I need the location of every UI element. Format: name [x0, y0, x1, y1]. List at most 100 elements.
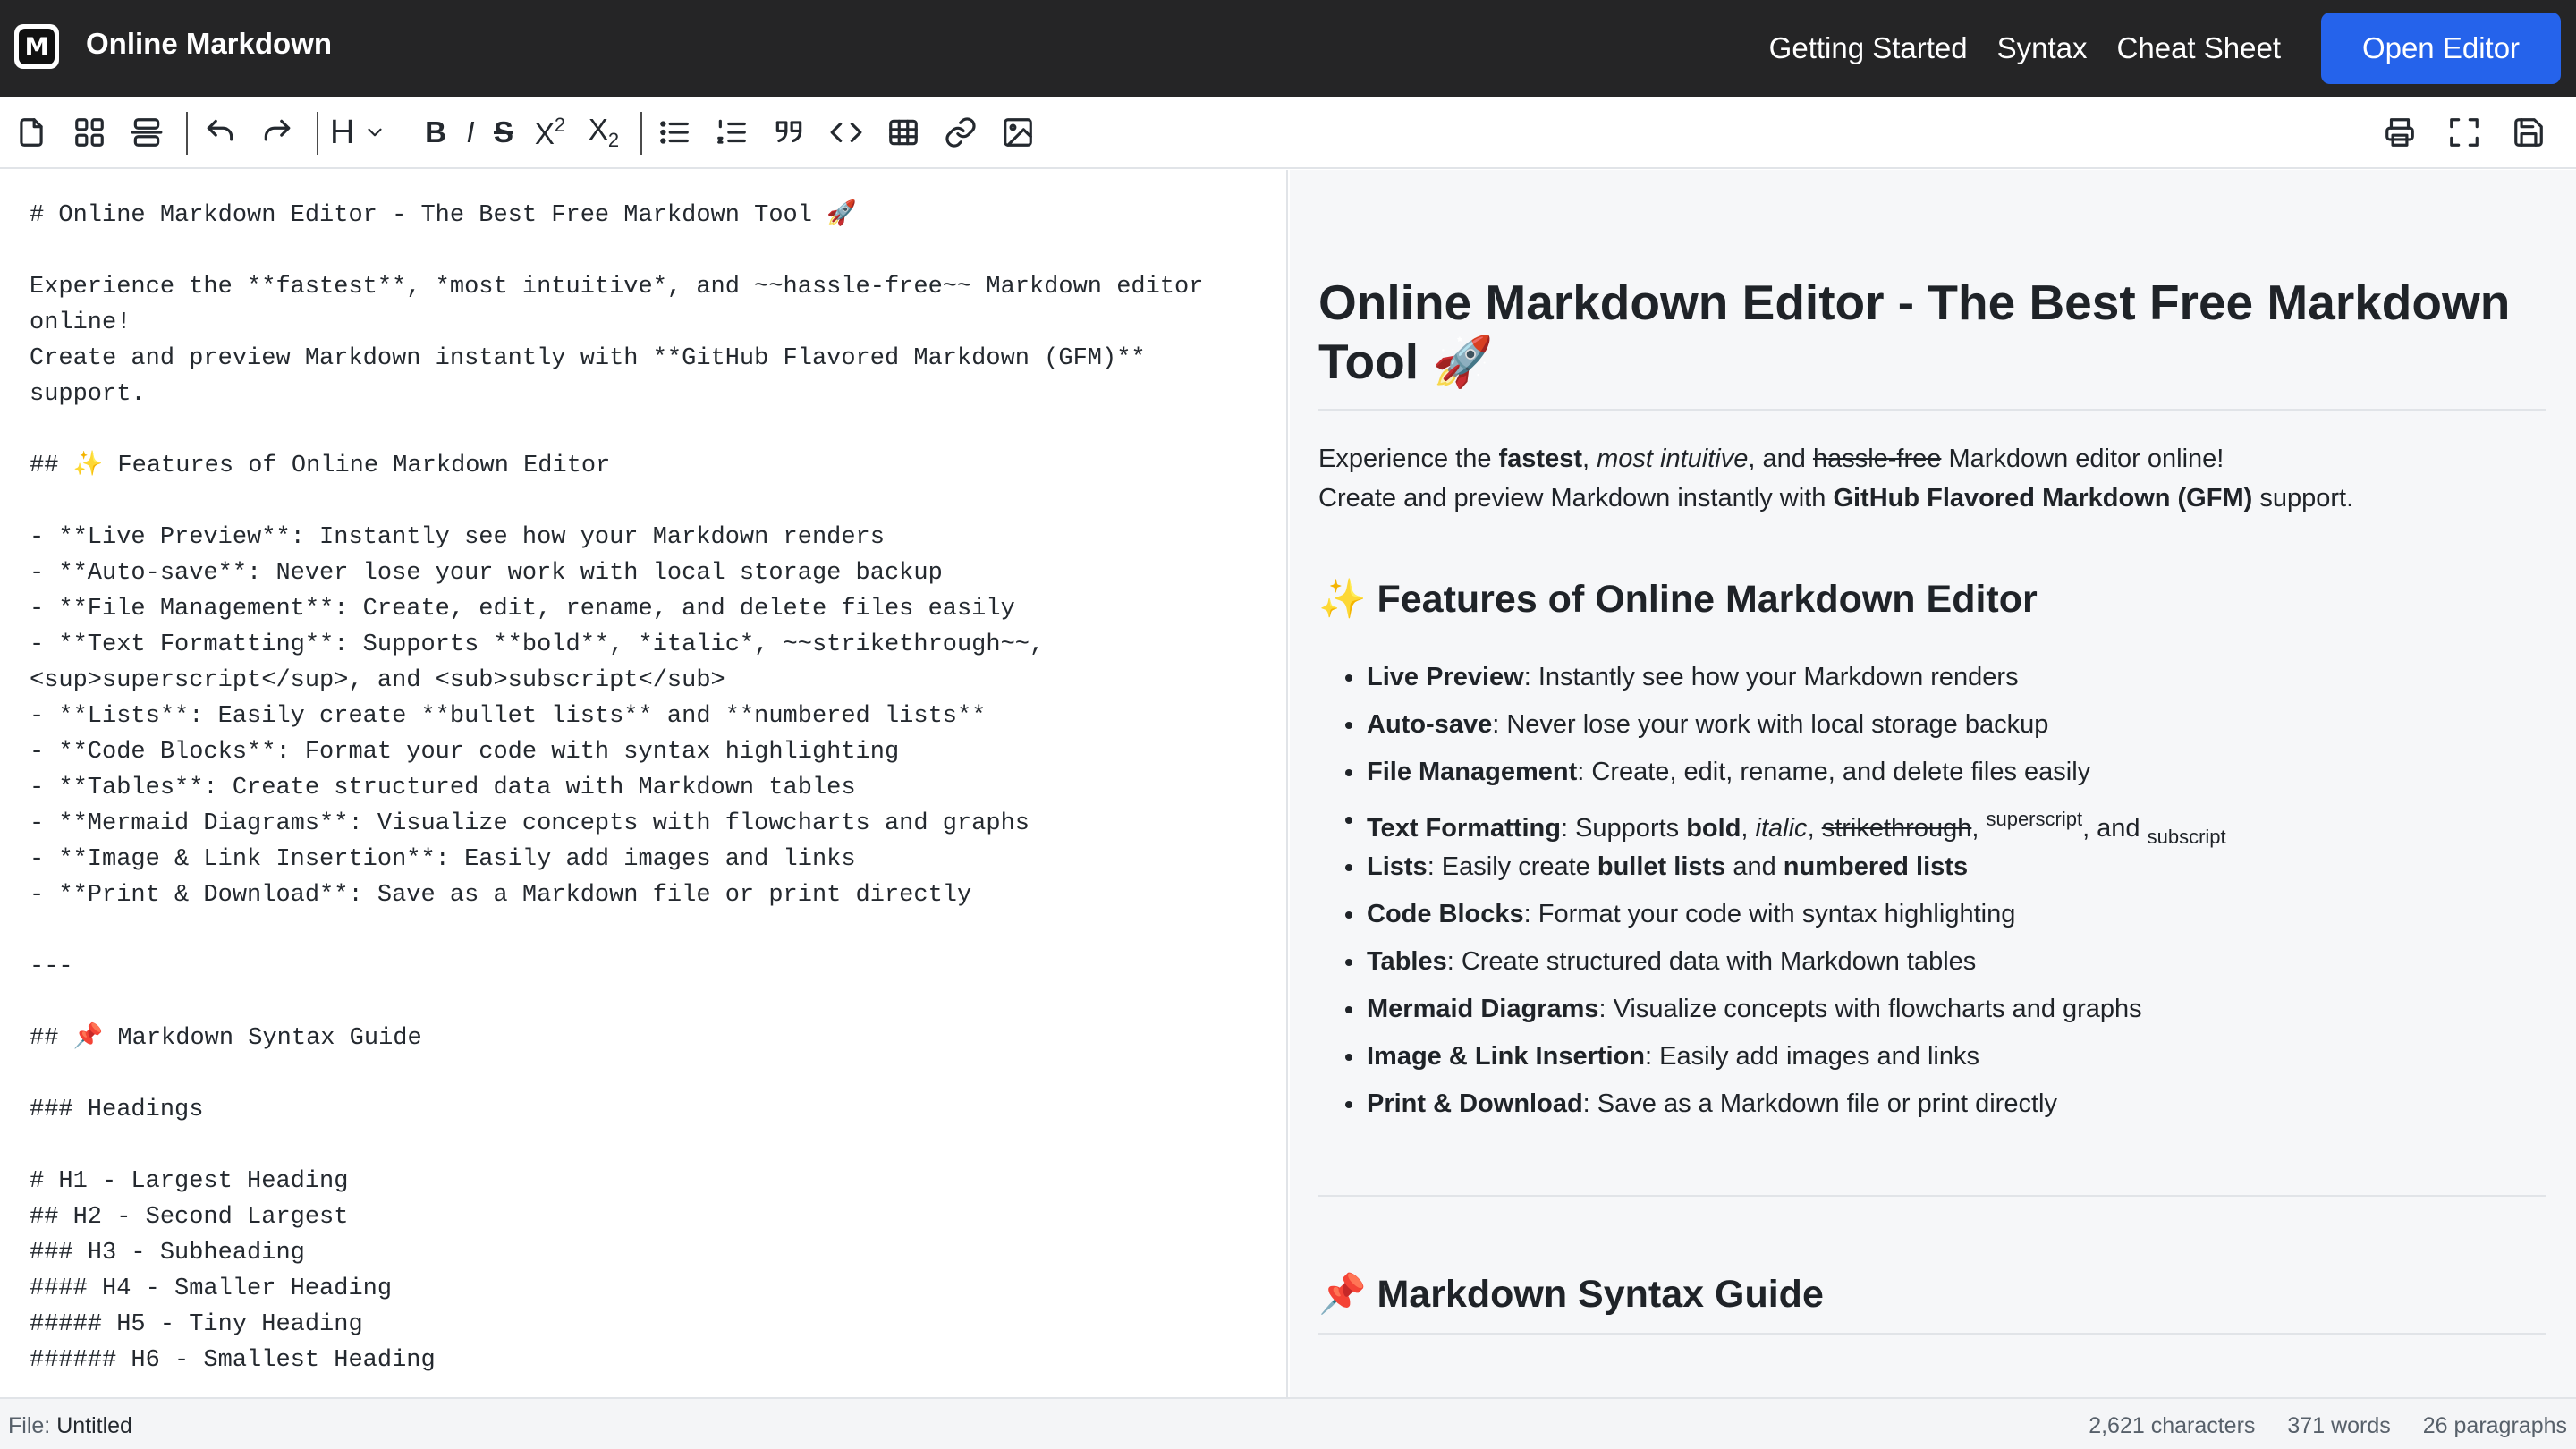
strikethrough-button[interactable]: S	[483, 112, 524, 153]
editor-line[interactable]	[30, 1056, 1203, 1092]
editor-line[interactable]: - **Print & Download**: Save as a Markdo…	[30, 877, 1203, 913]
toolbar-divider	[640, 112, 642, 155]
list-item: Lists: Easily create bullet lists and nu…	[1345, 847, 2226, 894]
intro-paragraph-2: Create and preview Markdown instantly wi…	[1318, 484, 2354, 513]
logo-letter: M	[19, 29, 55, 64]
heading-icon: H	[330, 113, 355, 151]
nav-cheat-sheet-link[interactable]: Cheat Sheet	[2117, 31, 2281, 65]
editor-line[interactable]: - **Code Blocks**: Format your code with…	[30, 734, 1203, 770]
editor-line[interactable]: - **Tables**: Create structured data wit…	[30, 770, 1203, 806]
editor-line[interactable]	[30, 1128, 1203, 1164]
superscript-icon: X2	[534, 114, 566, 150]
editor-line[interactable]	[30, 233, 1203, 269]
syntax-guide-heading: 📌 Markdown Syntax Guide	[1318, 1273, 1824, 1316]
word-count: 371 words	[2287, 1413, 2391, 1438]
formatting-toolbar: H B I S X2 X2	[0, 97, 2576, 169]
editor-line[interactable]: - **Lists**: Easily create **bullet list…	[30, 699, 1203, 734]
character-count: 2,621 characters	[2089, 1413, 2256, 1438]
editor-line[interactable]: #### H4 - Smaller Heading	[30, 1271, 1203, 1307]
list-item: Image & Link Insertion: Easily add image…	[1345, 1037, 2226, 1084]
save-icon[interactable]	[2508, 112, 2549, 153]
editor-line[interactable]	[30, 484, 1203, 520]
editor-line[interactable]: ###### H6 - Smallest Heading	[30, 1343, 1203, 1378]
superscript-button[interactable]: X2	[530, 112, 571, 153]
editor-line[interactable]: - **Image & Link Insertion**: Easily add…	[30, 842, 1203, 877]
list-item: Mermaid Diagrams: Visualize concepts wit…	[1345, 989, 2226, 1037]
undo-icon[interactable]	[199, 112, 241, 153]
table-icon[interactable]	[883, 112, 924, 153]
editor-content[interactable]: # Online Markdown Editor - The Best Free…	[30, 198, 1203, 1378]
markdown-editor[interactable]: # Online Markdown Editor - The Best Free…	[0, 170, 1288, 1397]
editor-line[interactable]: ---	[30, 949, 1203, 985]
fullscreen-icon[interactable]	[2444, 112, 2485, 153]
editor-line[interactable]: <sup>superscript</sup>, and <sub>subscri…	[30, 663, 1203, 699]
editor-line[interactable]: - **Text Formatting**: Supports **bold**…	[30, 627, 1203, 663]
open-editor-button[interactable]: Open Editor	[2321, 13, 2561, 84]
document-stats: 2,621 characters 371 words 26 paragraphs	[2056, 1413, 2567, 1439]
editor-line[interactable]: support.	[30, 377, 1203, 412]
horizontal-rule	[1318, 1195, 2546, 1197]
new-file-icon[interactable]	[11, 112, 52, 153]
editor-line[interactable]: - **File Management**: Create, edit, ren…	[30, 591, 1203, 627]
editor-line[interactable]: - **Mermaid Diagrams**: Visualize concep…	[30, 806, 1203, 842]
editor-line[interactable]: ## ✨ Features of Online Markdown Editor	[30, 448, 1203, 484]
italic-icon: I	[466, 115, 475, 148]
editor-line[interactable]: - **Live Preview**: Instantly see how yo…	[30, 520, 1203, 555]
editor-line[interactable]: # H1 - Largest Heading	[30, 1164, 1203, 1199]
editor-line[interactable]: ## 📌 Markdown Syntax Guide	[30, 1021, 1203, 1056]
features-list: Live Preview: Instantly see how your Mar…	[1345, 657, 2226, 1131]
paragraph-count: 26 paragraphs	[2422, 1413, 2567, 1438]
editor-line[interactable]: Experience the **fastest**, *most intuit…	[30, 269, 1203, 305]
redo-icon[interactable]	[257, 112, 298, 153]
quote-icon[interactable]	[768, 112, 809, 153]
subscript-button[interactable]: X2	[583, 112, 624, 153]
list-item: Auto-save: Never lose your work with loc…	[1345, 705, 2226, 752]
status-bar: File: Untitled 2,621 characters 371 word…	[0, 1397, 2576, 1449]
nav-syntax-link[interactable]: Syntax	[1997, 31, 2088, 65]
editor-line[interactable]	[30, 412, 1203, 448]
image-icon[interactable]	[997, 112, 1038, 153]
grid-icon[interactable]	[69, 112, 110, 153]
app-title[interactable]: Online Markdown	[86, 27, 332, 61]
editor-line[interactable]: ### Headings	[30, 1092, 1203, 1128]
nav-getting-started-link[interactable]: Getting Started	[1769, 31, 1968, 65]
list-item: File Management: Create, edit, rename, a…	[1345, 752, 2226, 800]
editor-line[interactable]: # Online Markdown Editor - The Best Free…	[30, 198, 1203, 233]
list-item: Tables: Create structured data with Mark…	[1345, 942, 2226, 989]
list-item: Text Formatting: Supports bold, italic, …	[1345, 800, 2226, 848]
app-logo[interactable]: M	[14, 24, 59, 69]
list-item: Live Preview: Instantly see how your Mar…	[1345, 657, 2226, 705]
features-heading: ✨ Features of Online Markdown Editor	[1318, 578, 2038, 621]
strikethrough-icon: S	[493, 115, 513, 148]
toolbar-divider	[317, 112, 318, 155]
markdown-preview: Online Markdown Editor - The Best Free M…	[1290, 170, 2576, 1397]
heading-underline	[1318, 1333, 2546, 1335]
list-item: Print & Download: Save as a Markdown fil…	[1345, 1084, 2226, 1131]
bold-icon: B	[425, 115, 446, 148]
numbered-list-icon[interactable]	[711, 112, 752, 153]
subscript-icon: X2	[588, 113, 620, 151]
print-icon[interactable]	[2379, 112, 2420, 153]
code-icon[interactable]	[826, 112, 867, 153]
toolbar-divider	[186, 112, 188, 155]
file-name-status: File: Untitled	[8, 1413, 132, 1438]
chevron-down-icon	[368, 128, 383, 137]
editor-line[interactable]: ##### H5 - Tiny Heading	[30, 1307, 1203, 1343]
editor-line[interactable]: online!	[30, 305, 1203, 341]
heading-dropdown[interactable]: H	[330, 112, 405, 153]
top-navigation-bar: M Online Markdown Getting Started Syntax…	[0, 0, 2576, 97]
editor-line[interactable]	[30, 913, 1203, 949]
nav-links: Getting Started Syntax Cheat Sheet Open …	[1769, 0, 2576, 97]
editor-line[interactable]: ## H2 - Second Largest	[30, 1199, 1203, 1235]
editor-line[interactable]: ### H3 - Subheading	[30, 1235, 1203, 1271]
intro-paragraph-1: Experience the fastest, most intuitive, …	[1318, 445, 2224, 473]
bullet-list-icon[interactable]	[654, 112, 695, 153]
editor-line[interactable]: Create and preview Markdown instantly wi…	[30, 341, 1203, 377]
editor-line[interactable]: - **Auto-save**: Never lose your work wi…	[30, 555, 1203, 591]
heading-underline	[1318, 409, 2546, 411]
editor-line[interactable]	[30, 985, 1203, 1021]
split-icon[interactable]	[126, 112, 167, 153]
link-icon[interactable]	[940, 112, 981, 153]
preview-title: Online Markdown Editor - The Best Free M…	[1318, 275, 2511, 389]
list-item: Code Blocks: Format your code with synta…	[1345, 894, 2226, 942]
